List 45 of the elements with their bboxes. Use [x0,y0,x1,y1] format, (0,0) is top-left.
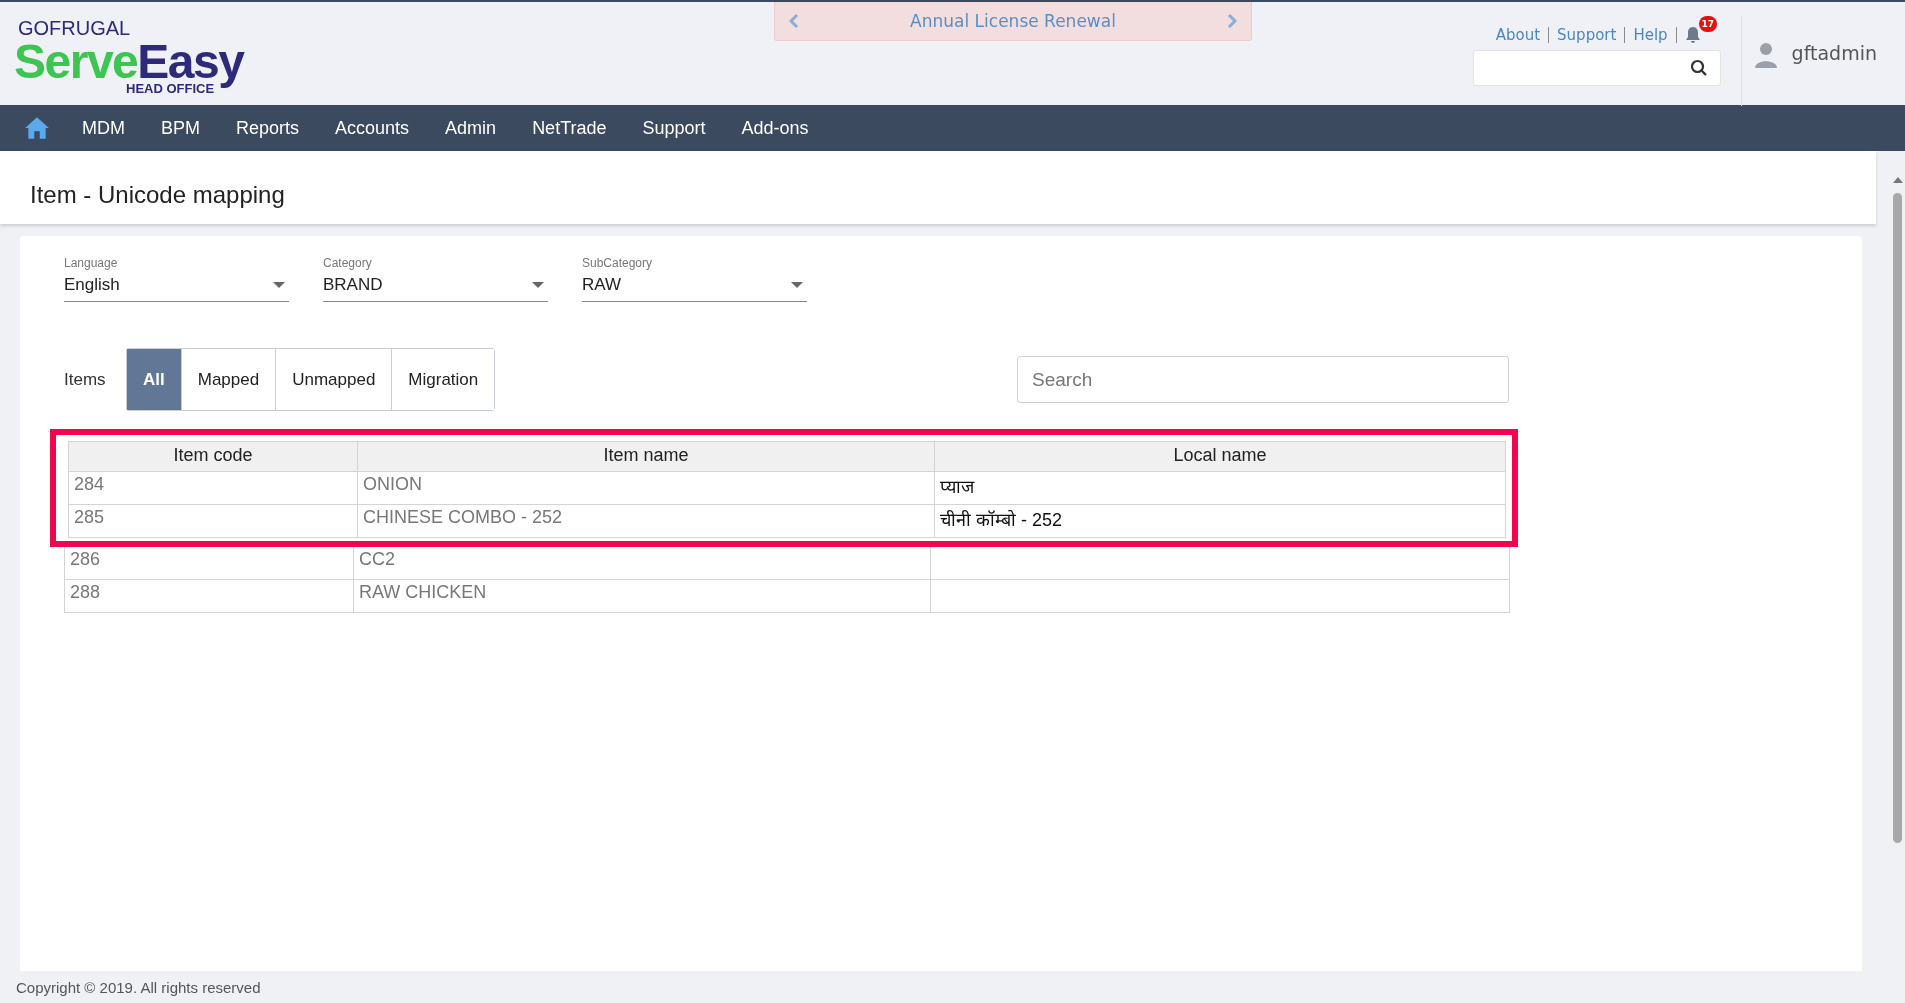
notification-badge: 17 [1698,16,1718,32]
dropdown[interactable]: Category BRAND [323,256,548,302]
next-icon[interactable] [1227,14,1237,28]
table-cell: CHINESE COMBO - 252 [358,505,935,538]
caret-icon [791,282,803,288]
header-search-field[interactable] [1472,50,1721,86]
filter-tab[interactable]: All [127,349,181,410]
table-cell: 288 [65,580,354,613]
search-field[interactable]: Search [1017,356,1509,403]
table-cell: 284 [69,472,358,505]
column-header: Item code [69,442,358,472]
items-label: Items [64,369,107,390]
nav-item[interactable]: MDM [64,117,143,139]
nav-item[interactable]: Admin [427,117,515,139]
table-cell: 285 [69,505,358,538]
scroll-up-icon[interactable] [1892,177,1903,183]
search-icon[interactable] [1689,59,1708,77]
user-name[interactable]: gftadmin [1791,42,1877,64]
caret-icon [532,282,544,288]
nav-item[interactable]: Reports [218,117,318,139]
bell-icon[interactable] [1684,26,1701,44]
copyright-text: Copyright © 2019. All rights reserved [16,978,261,996]
user-icon[interactable] [1753,42,1778,68]
column-header: Local name [935,442,1506,472]
nav-item[interactable]: Add-ons [723,117,827,139]
nav-item[interactable]: NetTrade [514,117,625,139]
filter-tab[interactable]: Migration [391,349,495,410]
column-header: Item name [358,442,935,472]
previous-icon[interactable] [789,14,799,28]
home-icon[interactable] [24,116,50,140]
scroll-thumb[interactable] [1893,193,1902,843]
logo-company: GOFRUGAL [18,18,132,38]
table-cell: 286 [65,547,354,580]
table-cell: CC2 [354,547,931,580]
dropdown[interactable]: SubCategory RAW [582,256,807,302]
table-cell: प्याज [935,472,1506,505]
table-cell: RAW CHICKEN [354,580,931,613]
nav-item[interactable]: Accounts [317,117,428,139]
caret-icon [273,282,285,288]
table-cell: ONION [358,472,935,505]
nav-item[interactable]: Support [624,117,724,139]
table-cell: चीनी कॉम्बो - 252 [935,505,1506,538]
dropdown[interactable]: Language English [64,256,289,302]
nav-item[interactable]: BPM [143,117,218,139]
page-title: Item - Unicode mapping [30,180,285,209]
